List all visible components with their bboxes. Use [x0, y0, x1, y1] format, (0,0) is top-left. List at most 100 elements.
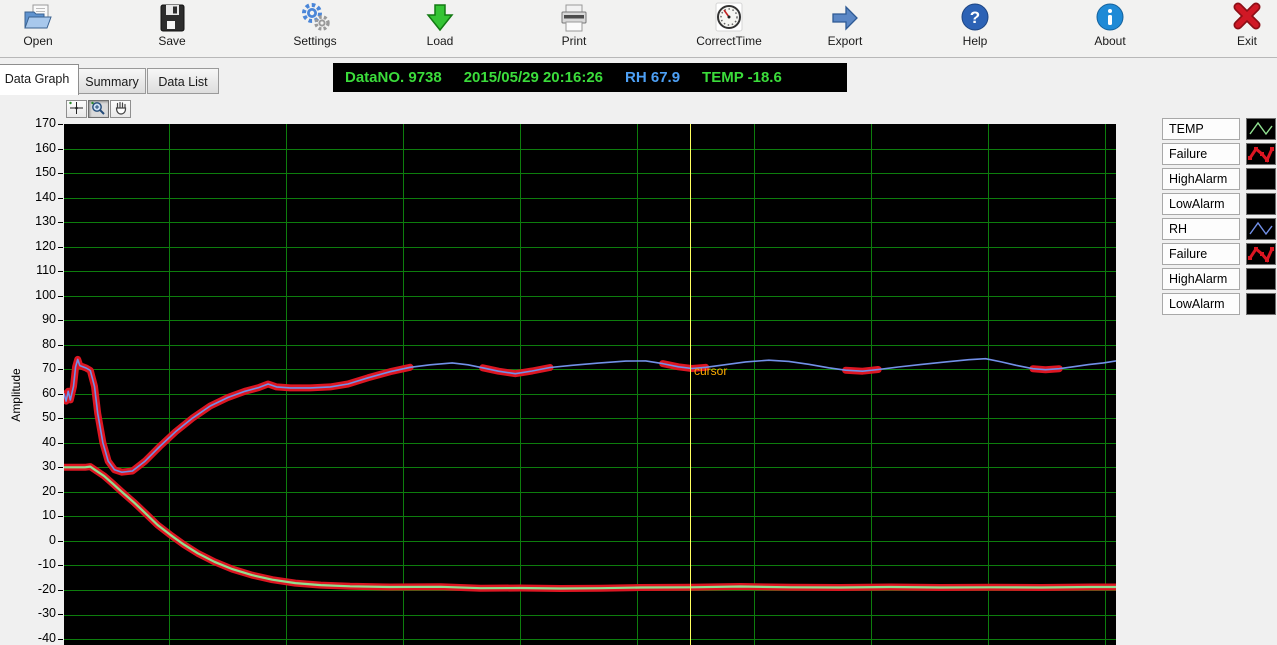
- y-tick-label: 70: [12, 361, 56, 375]
- question-circle-icon: ?: [930, 2, 1020, 34]
- exit-label: Exit: [1202, 34, 1277, 48]
- load-label: Load: [395, 34, 485, 48]
- status-datetime: 2015/05/29 20:16:26: [464, 69, 603, 86]
- y-tick-mark: [58, 590, 63, 591]
- info-circle-icon: [1065, 2, 1155, 34]
- legend-line-icon: [1247, 119, 1275, 139]
- y-tick-label: -20: [12, 582, 56, 596]
- y-tick-mark: [58, 418, 63, 419]
- print-button[interactable]: Print: [529, 2, 619, 48]
- y-tick-mark: [58, 467, 63, 468]
- legend-label-failure-5[interactable]: Failure: [1162, 243, 1240, 265]
- legend-sample-rh-4[interactable]: [1246, 218, 1276, 240]
- y-tick-label: 20: [12, 484, 56, 498]
- rh-failure-overlay: [64, 359, 410, 472]
- floppy-disk-icon: [127, 2, 217, 34]
- open-folder-icon: [0, 2, 83, 34]
- legend-label-highalarm-2[interactable]: HighAlarm: [1162, 168, 1240, 190]
- tab-data-graph[interactable]: Data Graph: [0, 64, 79, 95]
- legend-sample-highalarm-2[interactable]: [1246, 168, 1276, 190]
- legend-label-failure-1[interactable]: Failure: [1162, 143, 1240, 165]
- help-label: Help: [930, 34, 1020, 48]
- open-button[interactable]: Open: [0, 2, 83, 48]
- zoom-tool-button[interactable]: [88, 100, 109, 118]
- y-tick-mark: [58, 296, 63, 297]
- load-button[interactable]: Load: [395, 2, 485, 48]
- crosshair-icon: [68, 103, 85, 118]
- y-tick-mark: [58, 173, 63, 174]
- settings-button[interactable]: Settings: [270, 2, 360, 48]
- save-button[interactable]: Save: [127, 2, 217, 48]
- printer-icon: [529, 2, 619, 34]
- y-tick-mark: [58, 345, 63, 346]
- gauge-clock-icon: [684, 2, 774, 34]
- temp-failure-overlay: [64, 467, 1116, 589]
- y-tick-label: 10: [12, 508, 56, 522]
- y-tick-label: 120: [12, 239, 56, 253]
- legend-label-rh-4[interactable]: RH: [1162, 218, 1240, 240]
- export-label: Export: [800, 34, 890, 48]
- about-button[interactable]: About: [1065, 2, 1155, 48]
- legend-sample-failure-5[interactable]: [1246, 243, 1276, 265]
- y-tick-mark: [58, 369, 63, 370]
- settings-label: Settings: [270, 34, 360, 48]
- y-tick-label: -40: [12, 631, 56, 645]
- y-tick-label: 90: [12, 312, 56, 326]
- y-tick-mark: [58, 492, 63, 493]
- y-tick-label: 50: [12, 410, 56, 424]
- y-tick-label: 100: [12, 288, 56, 302]
- temp-curve: [64, 467, 1116, 589]
- legend-sample-highalarm-6[interactable]: [1246, 268, 1276, 290]
- y-tick-label: 150: [12, 165, 56, 179]
- svg-text:?: ?: [970, 8, 980, 27]
- y-tick-label: 60: [12, 386, 56, 400]
- y-tick-mark: [58, 516, 63, 517]
- magnifier-zoom-icon: [90, 103, 107, 118]
- legend-line-icon: [1247, 219, 1275, 239]
- y-tick-label: 0: [12, 533, 56, 547]
- tab-data-list[interactable]: Data List: [147, 68, 219, 94]
- y-tick-mark: [58, 320, 63, 321]
- legend-label-lowalarm-3[interactable]: LowAlarm: [1162, 193, 1240, 215]
- y-tick-label: 140: [12, 190, 56, 204]
- y-tick-label: 110: [12, 263, 56, 277]
- legend-label-highalarm-6[interactable]: HighAlarm: [1162, 268, 1240, 290]
- legend-sample-failure-1[interactable]: [1246, 143, 1276, 165]
- y-tick-mark: [58, 541, 63, 542]
- y-tick-label: -30: [12, 606, 56, 620]
- help-button[interactable]: ? Help: [930, 2, 1020, 48]
- y-tick-mark: [58, 639, 63, 640]
- y-tick-label: 30: [12, 459, 56, 473]
- blue-right-arrow-icon: [800, 2, 890, 34]
- legend-label-temp-0[interactable]: TEMP: [1162, 118, 1240, 140]
- legend-sample-lowalarm-7[interactable]: [1246, 293, 1276, 315]
- app-window: Open Save Settings Load: [0, 0, 1277, 645]
- y-tick-label: 40: [12, 435, 56, 449]
- about-label: About: [1065, 34, 1155, 48]
- y-tick-mark: [58, 271, 63, 272]
- crosshair-tool-button[interactable]: [66, 100, 87, 118]
- cursor-line[interactable]: [690, 124, 691, 645]
- legend-sample-temp-0[interactable]: [1246, 118, 1276, 140]
- plot-area[interactable]: cursor: [64, 124, 1116, 645]
- export-button[interactable]: Export: [800, 2, 890, 48]
- y-tick-mark: [58, 614, 63, 615]
- green-down-arrow-icon: [395, 2, 485, 34]
- y-tick-mark: [58, 124, 63, 125]
- exit-button[interactable]: Exit: [1202, 2, 1277, 48]
- y-tick-label: -10: [12, 557, 56, 571]
- hand-pan-icon: [112, 103, 129, 118]
- pan-tool-button[interactable]: [110, 100, 131, 118]
- y-tick-mark: [58, 247, 63, 248]
- y-tick-label: 160: [12, 141, 56, 155]
- y-tick-mark: [58, 198, 63, 199]
- legend-label-lowalarm-7[interactable]: LowAlarm: [1162, 293, 1240, 315]
- curves-svg: [64, 124, 1116, 645]
- tab-summary[interactable]: Summary: [78, 68, 146, 94]
- save-label: Save: [127, 34, 217, 48]
- red-x-icon: [1202, 2, 1277, 34]
- y-tick-label: 80: [12, 337, 56, 351]
- legend-sample-lowalarm-3[interactable]: [1246, 193, 1276, 215]
- correct-time-button[interactable]: CorrectTime: [684, 2, 774, 48]
- legend-failure-icon: [1247, 244, 1275, 264]
